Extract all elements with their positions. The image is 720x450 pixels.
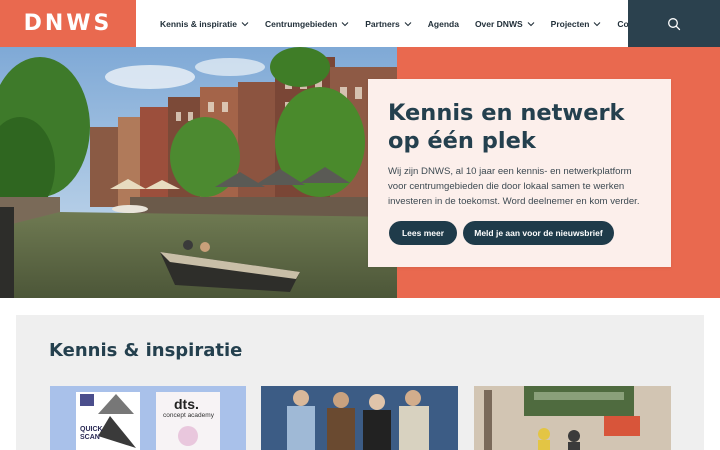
chevron-down-icon <box>341 21 349 26</box>
newsletter-signup-button[interactable]: Meld je aan voor de nieuwsbrief <box>463 221 614 245</box>
logo[interactable]: DNWS <box>0 0 136 47</box>
site-header: DNWS Kennis & inspiratie Centrumgebieden… <box>0 0 720 47</box>
article-card-image[interactable]: QUICK SCAN dts. concept academy <box>50 386 246 450</box>
hero-card: Kennis en netwerk op één plek Wij zijn D… <box>368 79 671 267</box>
nav-item-label: Kennis & inspiratie <box>160 18 237 29</box>
nav-item-label: Agenda <box>427 18 459 29</box>
nav-item-partners[interactable]: Partners <box>365 19 412 29</box>
lees-meer-button[interactable]: Lees meer <box>389 221 457 245</box>
kennis-section: Kennis & inspiratie QUICK SCAN dts. conc… <box>16 315 704 450</box>
chevron-down-icon <box>241 21 249 26</box>
section-title: Kennis & inspiratie <box>49 340 243 361</box>
search-icon <box>668 17 681 30</box>
chevron-down-icon <box>527 21 535 26</box>
article-card-image[interactable] <box>474 386 671 450</box>
main-nav: Kennis & inspiratie Centrumgebieden Part… <box>160 0 665 47</box>
article-card-image[interactable] <box>261 386 458 450</box>
nav-item-label: Centrumgebieden <box>265 18 338 29</box>
quick-scan-badge: QUICK SCAN <box>80 426 103 441</box>
nav-item-label: Projecten <box>550 18 590 29</box>
hero-buttons: Lees meer Meld je aan voor de nieuwsbrie… <box>389 221 614 245</box>
search-button[interactable] <box>628 0 720 47</box>
hero-description: Wij zijn DNWS, al 10 jaar een kennis- en… <box>388 166 640 207</box>
nav-item-projecten[interactable]: Projecten <box>551 19 602 29</box>
chevron-down-icon <box>404 21 412 26</box>
nav-item-kennis[interactable]: Kennis & inspiratie <box>160 19 249 29</box>
nav-item-label: Partners <box>365 18 400 29</box>
nav-item-agenda[interactable]: Agenda <box>428 19 459 29</box>
nav-item-label: Over DNWS <box>474 18 523 29</box>
logo-text: DNWS <box>23 11 113 36</box>
nav-item-centrumgebieden[interactable]: Centrumgebieden <box>265 19 349 29</box>
dts-logo-text: dts. <box>174 396 199 412</box>
dts-logo-subtitle: concept academy <box>163 412 214 419</box>
hero: Kennis en netwerk op één plek Wij zijn D… <box>0 47 720 298</box>
nav-item-over-dnws[interactable]: Over DNWS <box>475 19 535 29</box>
hero-title: Kennis en netwerk op één plek <box>388 100 625 154</box>
hero-image <box>0 47 397 298</box>
chevron-down-icon <box>594 21 601 26</box>
